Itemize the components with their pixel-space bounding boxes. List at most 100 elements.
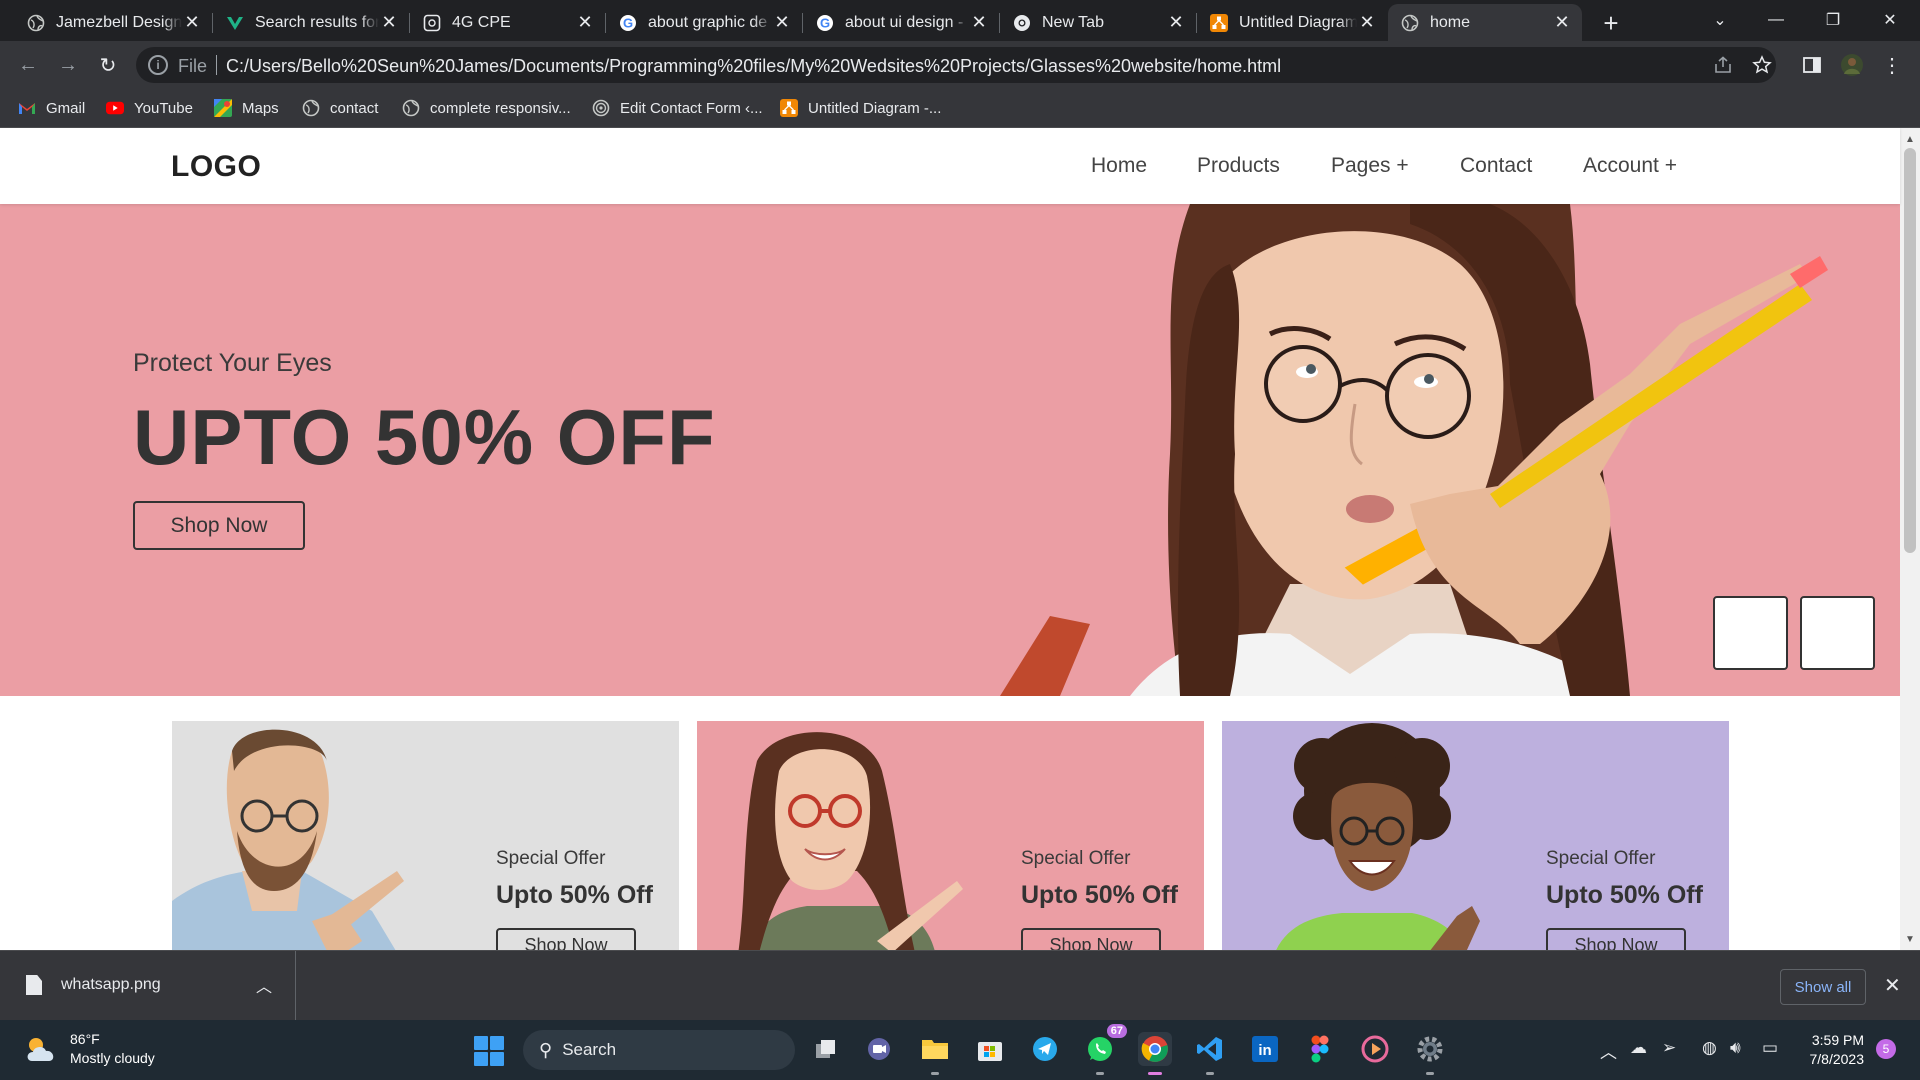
reload-icon[interactable]: ↻ — [92, 49, 124, 81]
close-icon[interactable]: ✕ — [379, 12, 399, 33]
page-scrollbar[interactable]: ▲ ▼ — [1900, 128, 1920, 950]
tab-4g-cpe[interactable]: 4G CPE ✕ — [410, 4, 605, 41]
tab-search-chevron-icon[interactable]: ⌄ — [1692, 0, 1748, 40]
bookmark-label: Edit Contact Form ‹... — [620, 99, 763, 117]
whatsapp-icon[interactable]: 67 — [1083, 1024, 1127, 1075]
minimize-button[interactable]: — — [1748, 0, 1804, 40]
nav-home[interactable]: Home — [1091, 154, 1147, 178]
bookmark-edit-contact-form[interactable]: Edit Contact Form ‹... — [592, 97, 763, 119]
hero-shop-now-button[interactable]: Shop Now — [133, 501, 305, 550]
close-icon[interactable]: ✕ — [182, 12, 202, 33]
chevron-up-icon[interactable]: ︿ — [1600, 1038, 1617, 1063]
slider-prev-button[interactable] — [1713, 596, 1788, 670]
tab-new-tab[interactable]: New Tab ✕ — [1000, 4, 1196, 41]
teams-chat-icon[interactable] — [862, 1032, 896, 1066]
side-panel-icon[interactable] — [1796, 49, 1828, 81]
card-girl-image — [1276, 723, 1480, 950]
figma-icon[interactable] — [1303, 1032, 1337, 1066]
close-icon[interactable]: ✕ — [1552, 12, 1572, 33]
close-icon[interactable]: ✕ — [1357, 12, 1377, 33]
card-shop-now-button[interactable]: Shop Now — [1546, 928, 1686, 950]
close-icon[interactable]: ✕ — [1884, 973, 1901, 998]
bookmark-star-icon[interactable] — [1746, 49, 1778, 81]
weather-widget[interactable]: 86°F Mostly cloudy — [24, 1030, 155, 1068]
nav-contact[interactable]: Contact — [1460, 154, 1532, 178]
address-bar[interactable]: i File C:/Users/Bello%20Seun%20James/Doc… — [136, 47, 1776, 83]
scroll-down-arrow-icon[interactable]: ▼ — [1900, 930, 1920, 948]
nav-account[interactable]: Account + — [1583, 154, 1677, 178]
menu-kebab-icon[interactable]: ⋮ — [1876, 49, 1908, 81]
url-text[interactable]: C:/Users/Bello%20Seun%20James/Documents/… — [226, 56, 1281, 77]
tab-ui-design[interactable]: G about ui design - ✕ — [803, 4, 999, 41]
bookmark-maps[interactable]: Maps — [214, 97, 279, 119]
location-arrow-icon[interactable]: ➢ — [1662, 1038, 1676, 1058]
tab-title: Jamezbell Design — [56, 13, 182, 31]
download-shelf: whatsapp.png ︿ Show all ✕ — [0, 950, 1920, 1021]
nav-products[interactable]: Products — [1197, 154, 1280, 178]
settings-gear-icon[interactable] — [1413, 1032, 1447, 1075]
close-icon[interactable]: ✕ — [575, 12, 595, 33]
telegram-icon[interactable] — [1028, 1032, 1062, 1066]
bookmark-untitled-diagram[interactable]: Untitled Diagram -... — [780, 97, 941, 119]
card-shop-now-button[interactable]: Shop Now — [1021, 928, 1161, 950]
bookmark-label: contact — [330, 99, 379, 117]
page-viewport: LOGO Home Products Pages + Contact Accou… — [0, 128, 1920, 950]
tab-graphic-design[interactable]: G about graphic de ✕ — [606, 4, 802, 41]
forward-arrow-icon[interactable]: → — [52, 49, 84, 81]
show-all-button[interactable]: Show all — [1780, 969, 1866, 1005]
notification-badge[interactable]: 5 — [1876, 1039, 1896, 1059]
windows-start-button[interactable] — [474, 1036, 504, 1066]
tab-untitled-diagram[interactable]: Untitled Diagram ✕ — [1197, 4, 1387, 41]
google-icon: G — [815, 13, 835, 33]
task-view-icon[interactable] — [809, 1032, 843, 1066]
nav-pages[interactable]: Pages + — [1331, 154, 1409, 178]
chrome-icon[interactable] — [1138, 1032, 1172, 1075]
back-arrow-icon[interactable]: ← — [12, 49, 44, 81]
hero-title: UPTO 50% OFF — [133, 393, 716, 481]
bookmark-complete-responsive[interactable]: complete responsiv... — [402, 97, 571, 119]
onedrive-offline-icon[interactable]: ☁ — [1630, 1038, 1647, 1058]
card-subtitle: Special Offer — [1546, 848, 1656, 869]
card-shop-now-button[interactable]: Shop Now — [496, 928, 636, 950]
taskbar-search[interactable]: ⚲ Search — [523, 1030, 795, 1070]
new-tab-button[interactable]: + — [1596, 8, 1626, 38]
close-icon[interactable]: ✕ — [969, 12, 989, 33]
bookmark-contact[interactable]: contact — [302, 97, 378, 119]
wordpress-icon — [592, 99, 610, 117]
tab-home[interactable]: home ✕ — [1388, 4, 1582, 41]
scroll-up-arrow-icon[interactable]: ▲ — [1900, 130, 1920, 148]
media-player-icon[interactable] — [1358, 1032, 1392, 1066]
site-logo[interactable]: LOGO — [171, 150, 261, 184]
battery-icon[interactable]: ▭ — [1762, 1038, 1778, 1058]
info-icon[interactable]: i — [148, 55, 168, 75]
tab-title: Untitled Diagram — [1239, 13, 1357, 31]
browser-toolbar: ← → ↻ i File C:/Users/Bello%20Seun%20Jam… — [0, 41, 1920, 89]
share-icon[interactable] — [1707, 49, 1739, 81]
close-icon[interactable]: ✕ — [772, 12, 792, 33]
vscode-icon[interactable] — [1193, 1032, 1227, 1075]
bookmark-youtube[interactable]: YouTube — [106, 97, 193, 119]
tab-jamezbell[interactable]: Jamezbell Design ✕ — [14, 4, 212, 41]
clock-time: 3:59 PM — [1811, 1032, 1864, 1048]
download-filename[interactable]: whatsapp.png — [61, 976, 161, 994]
maps-icon — [214, 99, 232, 117]
close-icon[interactable]: ✕ — [1166, 12, 1186, 33]
restore-button[interactable]: ❐ — [1805, 0, 1861, 40]
close-window-button[interactable]: ✕ — [1862, 0, 1918, 40]
download-item[interactable]: whatsapp.png ︿ — [0, 951, 296, 1021]
slider-next-button[interactable] — [1800, 596, 1875, 670]
chevron-up-icon[interactable]: ︿ — [256, 973, 272, 997]
linkedin-icon[interactable]: in — [1248, 1032, 1282, 1066]
volume-icon[interactable]: 🔊︎ — [1730, 1038, 1741, 1058]
bookmark-gmail[interactable]: Gmail — [18, 97, 85, 119]
youtube-icon — [106, 99, 124, 117]
system-clock[interactable]: 3:59 PM 7/8/2023 — [1796, 1031, 1865, 1069]
scrollbar-thumb[interactable] — [1904, 148, 1916, 553]
microsoft-store-icon[interactable] — [973, 1032, 1007, 1066]
cloudy-weather-icon — [27, 1038, 54, 1061]
file-explorer-icon[interactable] — [918, 1032, 952, 1075]
language-globe-icon[interactable]: ◍ — [1702, 1038, 1717, 1058]
profile-avatar[interactable] — [1836, 49, 1868, 81]
router-icon — [422, 13, 442, 33]
tab-search-results[interactable]: Search results for ✕ — [213, 4, 409, 41]
